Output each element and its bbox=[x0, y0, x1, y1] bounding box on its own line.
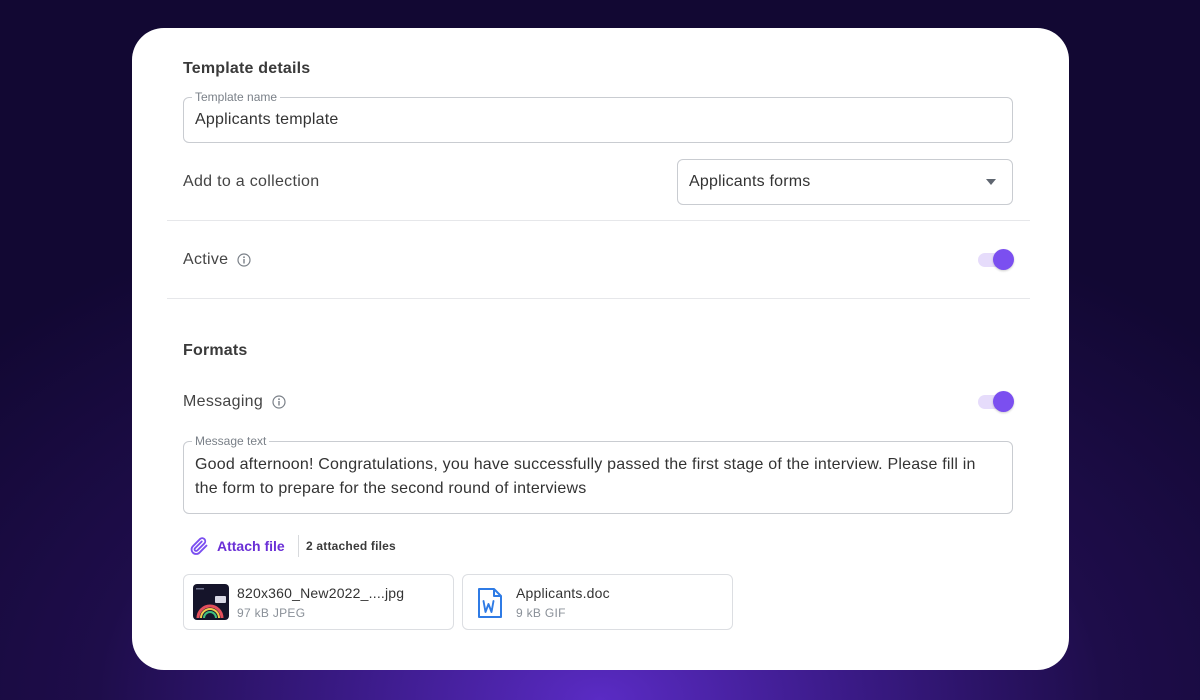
active-toggle[interactable] bbox=[978, 249, 1014, 271]
active-label: Active bbox=[183, 251, 229, 268]
messaging-label: Messaging bbox=[183, 393, 264, 410]
messaging-toggle[interactable] bbox=[978, 391, 1014, 413]
file-meta: 97 kB JPEG bbox=[237, 606, 306, 620]
template-details-heading: Template details bbox=[183, 60, 311, 77]
collection-selected-value: Applicants forms bbox=[689, 173, 811, 190]
attached-file-item[interactable]: Applicants.doc 9 kB GIF bbox=[462, 574, 733, 630]
file-meta: 9 kB GIF bbox=[516, 606, 566, 620]
attached-files-count: 2 attached files bbox=[306, 539, 396, 553]
divider bbox=[167, 298, 1030, 299]
word-document-icon bbox=[478, 588, 502, 618]
template-name-label: Template name bbox=[192, 90, 281, 104]
info-icon[interactable] bbox=[237, 253, 251, 267]
message-text-field[interactable]: Message text Good afternoon! Congratulat… bbox=[183, 434, 1013, 514]
message-text-label: Message text bbox=[192, 434, 270, 448]
attach-file-label: Attach file bbox=[217, 538, 285, 554]
template-name-field[interactable]: Template name Applicants template bbox=[183, 90, 1013, 143]
attach-file-button[interactable]: Attach file bbox=[189, 534, 285, 558]
image-thumbnail bbox=[193, 584, 229, 620]
template-name-input[interactable]: Applicants template bbox=[195, 111, 338, 129]
chevron-down-icon bbox=[986, 179, 996, 185]
divider bbox=[298, 535, 299, 557]
message-text-input[interactable]: Good afternoon! Congratulations, you hav… bbox=[195, 453, 995, 501]
file-name: Applicants.doc bbox=[516, 585, 610, 601]
formats-heading: Formats bbox=[183, 342, 248, 359]
toggle-thumb bbox=[993, 391, 1014, 412]
info-icon[interactable] bbox=[272, 395, 286, 409]
attached-file-item[interactable]: 820x360_New2022_....jpg 97 kB JPEG bbox=[183, 574, 454, 630]
file-name: 820x360_New2022_....jpg bbox=[237, 585, 405, 601]
template-settings-card: Template details Template name Applicant… bbox=[132, 28, 1069, 670]
collection-select[interactable]: Applicants forms bbox=[677, 159, 1013, 205]
paperclip-icon bbox=[190, 537, 208, 555]
toggle-thumb bbox=[993, 249, 1014, 270]
collection-label: Add to a collection bbox=[183, 173, 320, 190]
divider bbox=[167, 220, 1030, 221]
